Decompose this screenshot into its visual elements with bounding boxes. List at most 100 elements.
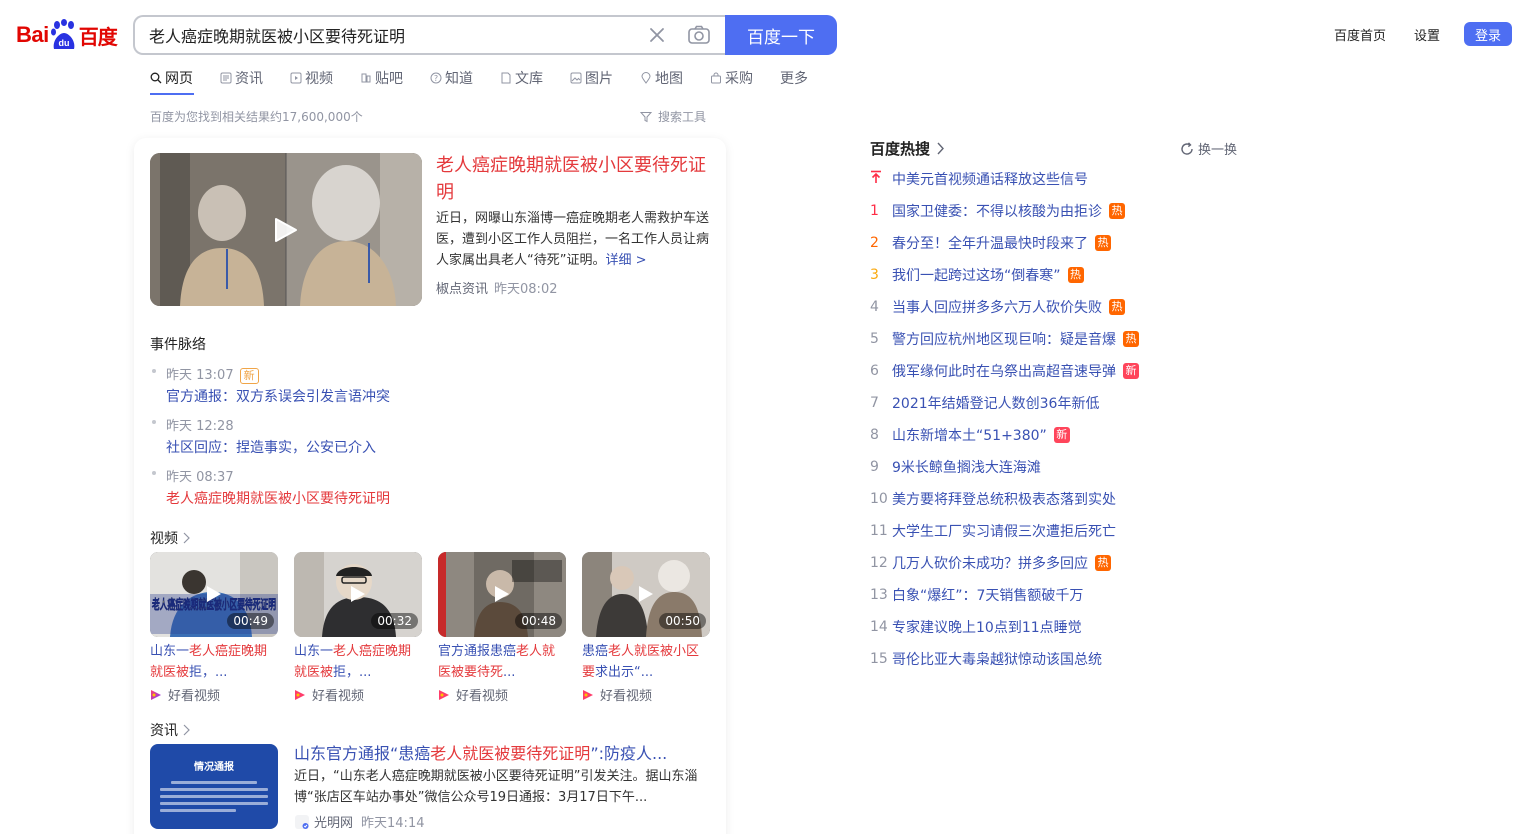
hot-search-text[interactable]: 专家建议晚上10点到11点睡觉	[892, 617, 1082, 637]
tab-images[interactable]: 图片	[570, 68, 613, 88]
event-link[interactable]: 官方通报：双方系误会引发言语冲突	[166, 386, 390, 406]
video-card[interactable]: 00:48 官方通报患癌老人就医被要待死... 好看视频	[438, 552, 566, 704]
event-time: 昨天 13:07 新	[166, 364, 259, 384]
tab-more[interactable]: 更多	[780, 68, 808, 88]
news-thumbnail[interactable]: 情况通报	[150, 744, 278, 829]
tab-purchase[interactable]: 采购	[710, 68, 753, 88]
video-title[interactable]: 官方通报患癌老人就医被要待死...	[438, 641, 566, 683]
hot-search-item[interactable]: 9 9米长鲸鱼搁浅大连海滩	[870, 456, 1041, 478]
video-card[interactable]: 老人癌症晚期就医被小区要待死证明 00:49 山东一老人癌症晚期就医被拒，...…	[150, 552, 278, 704]
video-thumbnail[interactable]: 00:48	[438, 552, 566, 637]
hot-search-text[interactable]: 当事人回应拼多多六万人砍价失败	[892, 297, 1102, 317]
filter-icon	[640, 111, 652, 122]
hot-search-item[interactable]: 2 春分至！全年升温最快时段来了热	[870, 232, 1111, 254]
search-tools-button[interactable]: 搜索工具	[640, 108, 706, 125]
hot-search-text[interactable]: 9米长鲸鱼搁浅大连海滩	[892, 457, 1041, 477]
detail-link[interactable]: 详细 >	[605, 253, 646, 268]
video-source-name: 好看视频	[600, 689, 653, 704]
hot-search-item[interactable]: 5 警方回应杭州地区现巨响：疑是音爆热	[870, 328, 1139, 350]
hot-search-item[interactable]: 13 白象“爆红”：7天销售额破千万	[870, 584, 1083, 606]
hot-search-rank: 2	[870, 235, 879, 251]
videos-section-label[interactable]: 视频	[150, 528, 190, 548]
news-source: 光明网 昨天14:14	[294, 812, 424, 831]
video-thumbnail[interactable]: 老人癌症晚期就医被小区要待死证明 00:49	[150, 552, 278, 637]
baidu-logo[interactable]: Bai du 百度	[16, 18, 120, 52]
tab-zhidao[interactable]: ? 知道	[430, 68, 473, 88]
hot-search-item[interactable]: 7 2021年结婚登记人数创36年新低	[870, 392, 1099, 414]
news-title[interactable]: 山东官方通报“患癌老人就医被要待死证明”:防疫人...	[294, 740, 667, 764]
top-links: 百度首页 设置 登录	[1306, 22, 1512, 46]
hot-search-item[interactable]: 中美元首视频通话释放这些信号	[870, 168, 1088, 190]
video-title[interactable]: 山东一老人癌症晚期就医被拒，...	[150, 641, 278, 683]
video-title[interactable]: 患癌老人就医被小区要求出示“...	[582, 641, 710, 683]
event-link[interactable]: 社区回应：捏造事实，公安已介入	[166, 437, 376, 457]
hot-search-text[interactable]: 我们一起跨过这场“倒春寒”	[892, 265, 1061, 285]
search-input[interactable]	[135, 17, 647, 53]
tab-tieba[interactable]: 贴吧	[360, 68, 403, 88]
tab-wenku[interactable]: 文库	[500, 68, 543, 88]
hot-search-text[interactable]: 2021年结婚登记人数创36年新低	[892, 393, 1099, 413]
tab-video[interactable]: 视频	[290, 68, 333, 88]
top-result-source: 椒点资讯 昨天08:02	[436, 278, 557, 297]
tab-label: 更多	[780, 71, 808, 87]
hot-search-label: 百度热搜	[870, 140, 931, 158]
settings-link[interactable]: 设置	[1414, 25, 1440, 44]
news-section-label[interactable]: 资讯	[150, 720, 190, 740]
result-count: 百度为您找到相关结果约17,600,000个	[150, 110, 363, 124]
hot-search-text[interactable]: 大学生工厂实习请假三次遭拒后死亡	[892, 521, 1116, 541]
video-card[interactable]: 00:32 山东一老人癌症晚期就医被拒，... 好看视频	[294, 552, 422, 704]
hot-badge: 热	[1095, 555, 1111, 571]
hot-search-text[interactable]: 山东新增本土“51+380”	[892, 425, 1047, 445]
video-thumbnail[interactable]: 00:32	[294, 552, 422, 637]
hot-search-text[interactable]: 中美元首视频通话释放这些信号	[892, 169, 1088, 189]
close-icon[interactable]	[647, 25, 667, 45]
hot-search-text[interactable]: 哥伦比亚大毒枭越狱惊动该国总统	[892, 649, 1102, 669]
logo-text-baidu: 百度	[78, 24, 118, 49]
hot-search-text[interactable]: 警方回应杭州地区现巨响：疑是音爆	[892, 329, 1116, 349]
hot-badge: 热	[1109, 299, 1125, 315]
hot-search-text[interactable]: 几万人砍价未成功？拼多多回应	[892, 553, 1088, 573]
video-title[interactable]: 山东一老人癌症晚期就医被拒，...	[294, 641, 422, 683]
hot-search-item[interactable]: 1 国家卫健委：不得以核酸为由拒诊热	[870, 200, 1125, 222]
chevron-right-icon	[183, 532, 190, 544]
refresh-button[interactable]: 换一换	[1180, 139, 1237, 158]
login-button[interactable]: 登录	[1464, 22, 1512, 46]
document-icon	[501, 72, 511, 84]
hot-search-text[interactable]: 美方要将拜登总统积极表态落到实处	[892, 489, 1116, 509]
map-icon	[641, 72, 651, 84]
hot-search-title[interactable]: 百度热搜	[870, 138, 944, 159]
video-card[interactable]: 00:50 患癌老人就医被小区要求出示“... 好看视频	[582, 552, 710, 704]
hot-search-item[interactable]: 14 专家建议晚上10点到11点睡觉	[870, 616, 1082, 638]
hot-search-rank: 14	[870, 619, 888, 635]
title-part: 拒，...	[189, 665, 228, 680]
video-source: 好看视频	[150, 685, 278, 704]
video-thumbnail[interactable]: 00:50	[582, 552, 710, 637]
hot-search-item[interactable]: 4 当事人回应拼多多六万人砍价失败热	[870, 296, 1125, 318]
title-highlight: 老人就医被要待死证明	[430, 744, 591, 763]
hot-search-item[interactable]: 12 几万人砍价未成功？拼多多回应热	[870, 552, 1111, 574]
top-video-thumbnail[interactable]	[150, 153, 422, 306]
hot-search-item[interactable]: 15 哥伦比亚大毒枭越狱惊动该国总统	[870, 648, 1102, 670]
hot-search-item[interactable]: 11 大学生工厂实习请假三次遭拒后死亡	[870, 520, 1116, 542]
camera-icon[interactable]	[687, 23, 711, 47]
hot-search-text[interactable]: 白象“爆红”：7天销售额破千万	[892, 585, 1083, 605]
tab-web[interactable]: 网页	[150, 68, 193, 88]
hot-search-item[interactable]: 3 我们一起跨过这场“倒春寒” 热	[870, 264, 1084, 286]
search-button[interactable]: 百度一下	[725, 15, 837, 55]
hot-search-text[interactable]: 国家卫健委：不得以核酸为由拒诊	[892, 201, 1102, 221]
hot-search-item[interactable]: 10 美方要将拜登总统积极表态落到实处	[870, 488, 1116, 510]
top-result-title[interactable]: 老人癌症晚期就医被小区要待死证明	[436, 152, 714, 206]
hot-search-text[interactable]: 俄军缘何此时在乌祭出高超音速导弹	[892, 361, 1116, 381]
refresh-label: 换一换	[1198, 143, 1238, 158]
video-duration: 00:49	[227, 613, 274, 629]
hot-search-item[interactable]: 8 山东新增本土“51+380” 新	[870, 424, 1070, 446]
tab-news[interactable]: 资讯	[220, 68, 263, 88]
event-link[interactable]: 老人癌症晚期就医被小区要待死证明	[166, 488, 390, 508]
hot-search-text[interactable]: 春分至！全年升温最快时段来了	[892, 233, 1088, 253]
hot-search-rank: 9	[870, 459, 879, 475]
tab-map[interactable]: 地图	[640, 68, 683, 88]
image-icon	[570, 72, 582, 84]
hot-search-item[interactable]: 6 俄军缘何此时在乌祭出高超音速导弹新	[870, 360, 1139, 382]
events-title: 事件脉络	[150, 337, 206, 353]
home-link[interactable]: 百度首页	[1334, 25, 1386, 44]
